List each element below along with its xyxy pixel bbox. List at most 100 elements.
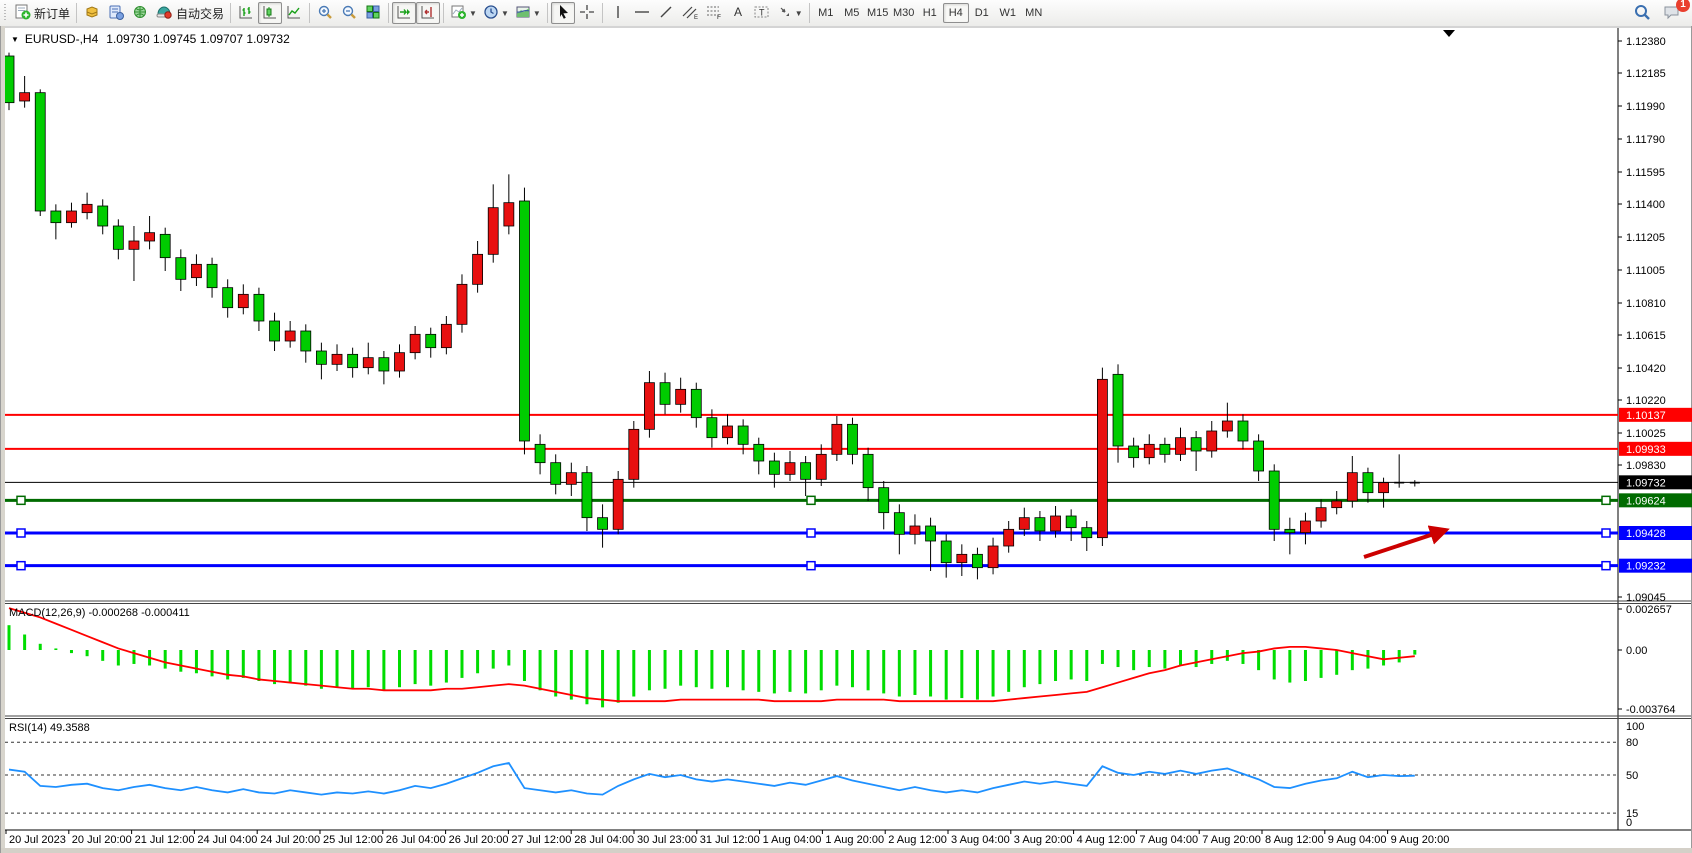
candle-body [332,354,342,364]
candle-body [1332,501,1342,508]
collapse-triangle-icon[interactable]: ▼ [11,35,19,44]
channel-icon: E [681,4,699,23]
time-tick-label: 24 Jul 04:00 [197,834,257,846]
timeframe-w1[interactable]: W1 [995,3,1021,23]
new-order-button[interactable]: 新订单 [11,2,73,24]
candlestick-chart-button[interactable] [258,2,282,24]
price-tick-label: 1.09830 [1626,460,1666,472]
auto-scroll-icon [396,4,412,23]
arrows-button[interactable]: ▼ [774,2,806,24]
time-tick-label: 27 Jul 12:00 [511,834,571,846]
line-handle[interactable] [1602,496,1610,504]
tile-windows-button[interactable] [361,2,385,24]
cursor-button[interactable] [551,2,575,24]
line-handle[interactable] [807,496,815,504]
line-handle[interactable] [17,496,25,504]
templates-button[interactable]: ▼ [512,2,544,24]
candle-body [832,424,842,454]
time-tick-label: 24 Jul 20:00 [260,834,320,846]
dropdown-arrow-icon: ▼ [469,9,477,18]
zoom-out-button[interactable] [337,2,361,24]
candle-body [1254,441,1264,471]
time-tick-label: 20 Jul 2023 [9,834,66,846]
candle-body [223,288,233,308]
candle-body [1300,521,1310,533]
candle-body [660,383,670,405]
line-handle[interactable] [807,562,815,570]
candle-body [441,324,451,347]
line-handle[interactable] [17,562,25,570]
bar-chart-button[interactable] [234,2,258,24]
time-tick-label: 8 Aug 12:00 [1265,834,1324,846]
horizontal-line-button[interactable] [630,2,654,24]
svg-text:T: T [759,7,765,17]
candle-body [1066,516,1076,528]
line-chart-icon [286,4,302,23]
text-label-button[interactable]: T [750,2,774,24]
crosshair-button[interactable] [575,2,599,24]
market-watch-button[interactable] [80,2,104,24]
rsi-indicator-label: RSI(14) 49.3588 [9,722,90,734]
periods-icon [483,4,499,23]
candlestick-chart-icon [262,4,278,23]
time-tick-label: 26 Jul 20:00 [449,834,509,846]
candle-body [1269,471,1279,529]
navigator-icon [132,4,148,23]
candle-body [488,208,498,255]
main-toolbar: 新订单 自动交易 [0,0,1692,27]
chart-shift-marker[interactable] [1443,30,1455,37]
timeframe-m1[interactable]: M1 [813,3,839,23]
indicators-button[interactable]: ▼ [447,2,480,24]
crosshair-icon [579,4,595,23]
candle-body [66,211,76,223]
zoom-in-button[interactable] [313,2,337,24]
timeframe-h1[interactable]: H1 [917,3,943,23]
line-handle[interactable] [1602,562,1610,570]
line-handle[interactable] [17,529,25,537]
timeframe-group: M1M5M15M30H1H4D1W1MN [813,3,1047,23]
rsi-tick-label: 100 [1626,721,1644,733]
chart-canvas[interactable]: 1.123801.121851.119901.117901.115951.114… [1,26,1692,853]
timeframe-m15[interactable]: M15 [865,3,891,23]
new-order-icon [14,4,31,23]
candle-body [1191,438,1201,451]
candle-body [754,444,764,461]
time-tick-label: 26 Jul 04:00 [386,834,446,846]
search-button[interactable] [1630,2,1654,24]
price-tick-label: 1.11790 [1626,134,1665,146]
candle-body [723,426,733,438]
auto-trading-button[interactable]: 自动交易 [152,2,227,24]
toolbar-grip[interactable] [3,4,8,22]
periods-button[interactable]: ▼ [480,2,512,24]
timeframe-m30[interactable]: M30 [891,3,917,23]
line-chart-button[interactable] [282,2,306,24]
rsi-tick-label: 50 [1626,770,1638,782]
auto-scroll-button[interactable] [392,2,416,24]
candle-body [1019,518,1029,530]
fibonacci-icon: F [705,4,723,23]
vertical-line-button[interactable] [606,2,630,24]
text-button[interactable]: A [726,2,750,24]
arrows-icon [777,4,793,23]
time-tick-label: 7 Aug 04:00 [1139,834,1198,846]
line-handle[interactable] [1602,529,1610,537]
candle-body [941,541,951,563]
timeframe-m5[interactable]: M5 [839,3,865,23]
timeframe-h4[interactable]: H4 [943,3,969,23]
candle-body [395,353,405,371]
timeframe-mn[interactable]: MN [1021,3,1047,23]
trendline-button[interactable] [654,2,678,24]
candle-body [801,463,811,480]
trendline-icon [658,4,674,23]
channel-button[interactable]: E [678,2,702,24]
notification-button[interactable]: 1 [1660,2,1684,24]
chart-shift-button[interactable] [416,2,440,24]
navigator-button[interactable] [128,2,152,24]
candle-body [113,226,123,249]
fibonacci-button[interactable]: F [702,2,726,24]
bar-chart-icon [238,4,254,23]
data-window-button[interactable] [104,2,128,24]
timeframe-d1[interactable]: D1 [969,3,995,23]
line-handle[interactable] [807,529,815,537]
candle-body [926,526,936,541]
